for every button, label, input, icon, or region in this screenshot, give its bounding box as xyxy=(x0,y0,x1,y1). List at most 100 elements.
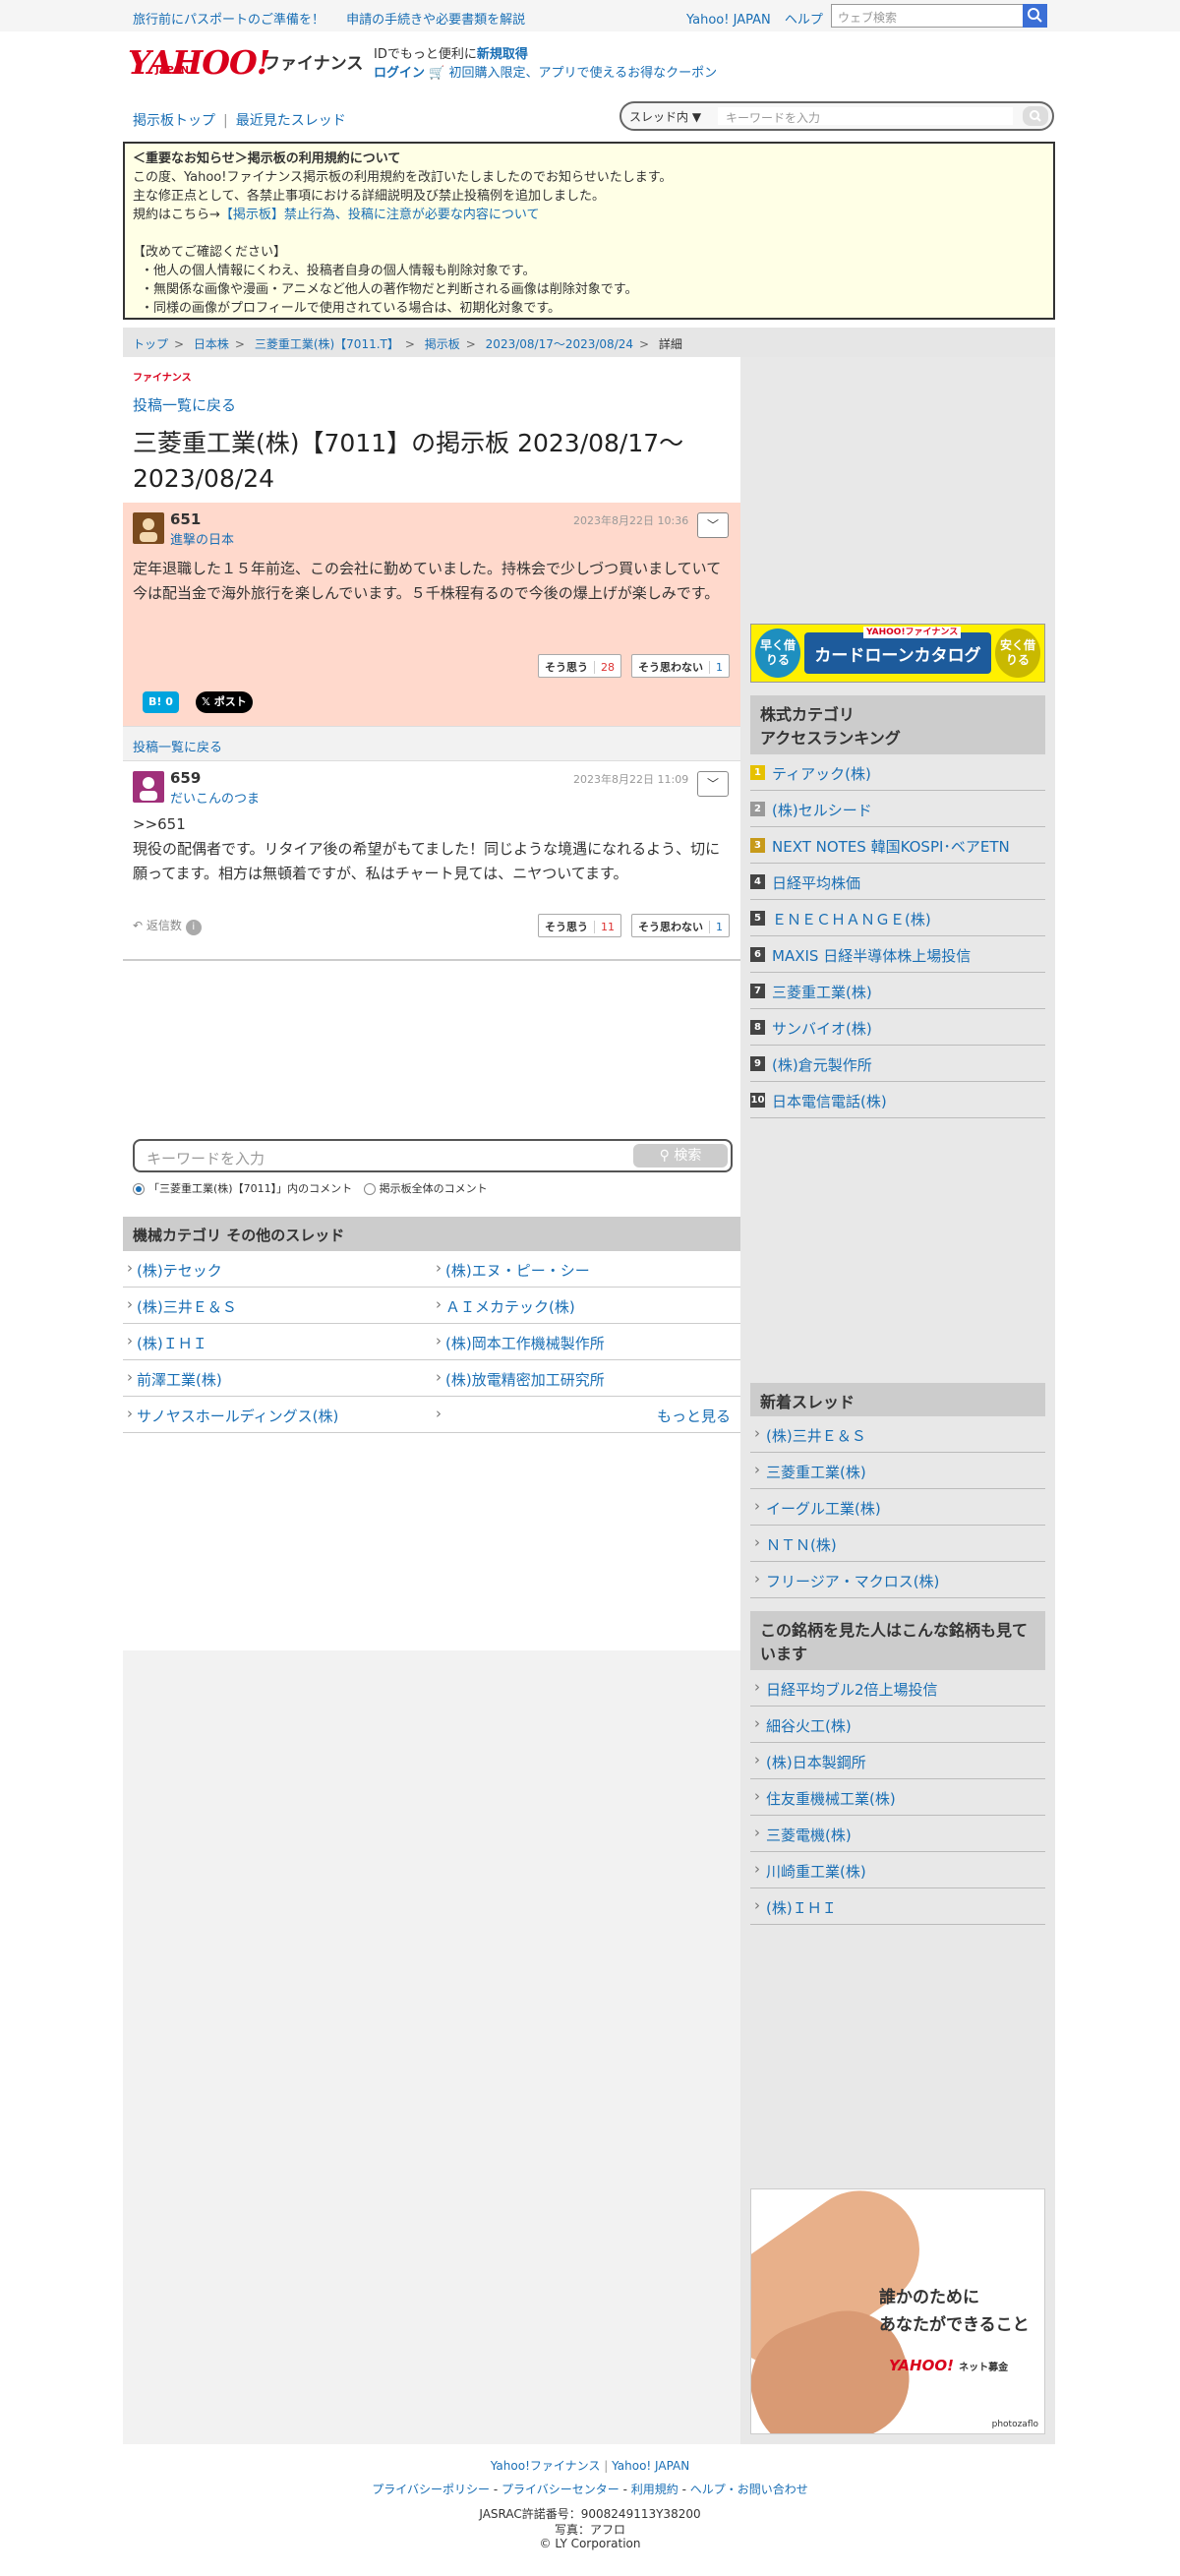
recent-threads-link[interactable]: 最近見たスレッド xyxy=(236,113,346,129)
notice-bullet: ・他人の個人情報にくわえ、投稿者自身の個人情報も削除対象です。 xyxy=(141,264,536,278)
agree-count: 11 xyxy=(594,921,615,933)
notice-rule-prefix: 規約はこちら→ xyxy=(133,208,220,222)
agree-button[interactable]: そう思う 11 xyxy=(538,914,621,937)
footer-help-link[interactable]: ヘルプ・お問い合わせ xyxy=(690,2483,808,2496)
donation-ad[interactable]: 誰かのために あなたができること YAHOO! ネット募金 photozaflo xyxy=(750,2188,1045,2434)
reply-count[interactable]: ↶ 返信数 i xyxy=(133,917,202,935)
login-link[interactable]: ログイン xyxy=(374,66,425,81)
notice-rule-link[interactable]: 【掲示板】禁止行為、投稿に注意が必要な内容について xyxy=(220,208,540,222)
crumb-board[interactable]: 掲示板 xyxy=(425,337,460,351)
crumb-stock[interactable]: 三菱重工業(株)【7011.T】 xyxy=(255,337,399,351)
web-search-button[interactable] xyxy=(1023,4,1047,28)
crumb-period[interactable]: 2023/08/17〜2023/08/24 xyxy=(486,337,633,351)
search-scope-select[interactable]: スレッド内 ▼ xyxy=(629,108,701,125)
ranking-item[interactable]: 1 ティアック(株) xyxy=(750,754,1045,791)
finance-service-name[interactable]: ファイナンス xyxy=(264,49,363,74)
post-menu-button[interactable]: ﹀ xyxy=(697,512,729,538)
radio-all-comments[interactable] xyxy=(363,1183,376,1195)
post-author[interactable]: 進撃の日本 xyxy=(170,529,234,548)
footer-privacy-center-link[interactable]: プライバシーセンター xyxy=(502,2483,620,2496)
footer-copyright: © LY Corporation xyxy=(539,2537,641,2550)
new-thread-link[interactable]: イーグル工業(株) xyxy=(750,1489,1045,1526)
search-icon xyxy=(1030,110,1041,122)
post-date: 2023年8月22日 11:09 xyxy=(573,773,689,786)
also-viewed-link[interactable]: 川崎重工業(株) xyxy=(750,1852,1045,1888)
new-thread-link[interactable]: (株)三井Ｅ＆Ｓ xyxy=(750,1416,1045,1453)
ad-photo-credit: photozaflo xyxy=(991,2420,1038,2429)
post-menu-button[interactable]: ﹀ xyxy=(697,771,729,797)
agree-count: 28 xyxy=(594,661,615,674)
thread-link[interactable]: 前澤工業(株) xyxy=(123,1360,432,1397)
also-viewed-link[interactable]: 三菱電機(株) xyxy=(750,1816,1045,1852)
ranking-item[interactable]: 7 三菱重工業(株) xyxy=(750,973,1045,1009)
info-icon[interactable]: i xyxy=(185,920,202,935)
thread-link[interactable]: (株)岡本工作機械製作所 xyxy=(432,1324,740,1360)
also-viewed-link[interactable]: 住友重機械工業(株) xyxy=(750,1779,1045,1816)
new-thread-link[interactable]: 三菱重工業(株) xyxy=(750,1453,1045,1489)
avatar[interactable] xyxy=(133,512,164,544)
also-viewed-link[interactable]: 細谷火工(株) xyxy=(750,1707,1045,1743)
footer-terms-link[interactable]: 利用規約 xyxy=(631,2483,678,2496)
agree-button[interactable]: そう思う 28 xyxy=(538,654,621,678)
help-link[interactable]: ヘルプ xyxy=(785,13,823,28)
card-loan-ad[interactable]: 早く借りる YAHOO!ファイナンス カードローンカタログ 安く借りる xyxy=(750,624,1045,683)
rank-badge: 2 xyxy=(750,802,765,816)
web-search-input[interactable]: ウェブ検索 xyxy=(831,4,1047,28)
also-viewed-link[interactable]: 日経平均ブル2倍上場投信 xyxy=(750,1670,1045,1707)
new-thread-link[interactable]: ＮＴＮ(株) xyxy=(750,1526,1045,1562)
promo-link-passport[interactable]: 旅行前にパスポートのご準備を！ xyxy=(133,13,324,28)
avatar[interactable] xyxy=(133,771,164,803)
post-author[interactable]: だいこんのつま xyxy=(170,788,260,807)
ranking-item[interactable]: 10 日本電信電話(株) xyxy=(750,1082,1045,1118)
ranking-item[interactable]: 8 サンバイオ(株) xyxy=(750,1009,1045,1046)
back-to-list-link[interactable]: 投稿一覧に戻る xyxy=(133,394,236,415)
more-threads-link[interactable]: もっと見る xyxy=(432,1397,740,1433)
reply-icon: ↶ xyxy=(133,919,147,932)
also-viewed-link[interactable]: (株)日本製鋼所 xyxy=(750,1743,1045,1779)
promo-link-docs[interactable]: 申請の手続きや必要書類を解説 xyxy=(346,13,525,28)
ranking-item[interactable]: 9 (株)倉元製作所 xyxy=(750,1046,1045,1082)
thread-link[interactable]: (株)ＩＨＩ xyxy=(123,1324,432,1360)
yahoo-logo-sub: JAPAN xyxy=(155,65,189,76)
thread-link[interactable]: (株)エヌ・ピー・シー xyxy=(432,1251,740,1288)
crumb-top[interactable]: トップ xyxy=(133,337,168,351)
disagree-button[interactable]: そう思わない 1 xyxy=(631,654,730,678)
coupon-link[interactable]: 初回購入限定、アプリで使えるお得なクーポン xyxy=(448,66,717,81)
crumb-jp-stocks[interactable]: 日本株 xyxy=(194,337,229,351)
footer-finance-link[interactable]: Yahoo!ファイナンス xyxy=(491,2459,601,2473)
thread-link[interactable]: サノヤスホールディングス(株) xyxy=(123,1397,432,1433)
radio-thread-comments[interactable] xyxy=(133,1183,145,1195)
ranking-header: 株式カテゴリ アクセスランキング xyxy=(750,695,1045,754)
id-promo-text: IDでもっと便利に xyxy=(374,47,477,62)
board-top-link[interactable]: 掲示板トップ xyxy=(133,113,215,129)
ranking-item[interactable]: 2 (株)セルシード xyxy=(750,791,1045,827)
rank-badge: 3 xyxy=(750,838,765,853)
post-body: 定年退職した１５年前迄、この会社に勤めていました。持株会で少しづつ買いましていて… xyxy=(133,560,722,602)
ranking-item[interactable]: 4 日経平均株価 xyxy=(750,864,1045,900)
signup-link[interactable]: 新規取得 xyxy=(477,47,528,62)
x-post-button[interactable]: 𝕏 ポスト xyxy=(196,691,253,713)
yahoo-japan-link[interactable]: Yahoo! JAPAN xyxy=(686,13,771,28)
thread-search-button[interactable] xyxy=(1023,106,1048,126)
new-thread-link[interactable]: フリージア・マクロス(株) xyxy=(750,1562,1045,1598)
also-viewed-link[interactable]: (株)ＩＨＩ xyxy=(750,1888,1045,1925)
thread-link[interactable]: ＡＩメカテック(株) xyxy=(432,1288,740,1324)
keyword-search-input[interactable]: キーワードを入力 xyxy=(147,1148,265,1168)
cart-icon: 🛒 xyxy=(429,66,445,81)
thread-link[interactable]: (株)三井Ｅ＆Ｓ xyxy=(123,1288,432,1324)
disagree-button[interactable]: そう思わない 1 xyxy=(631,914,730,937)
back-to-list-link[interactable]: 投稿一覧に戻る xyxy=(133,741,222,755)
footer-yahoo-link[interactable]: Yahoo! JAPAN xyxy=(612,2459,689,2473)
thread-link[interactable]: (株)放電精密加工研究所 xyxy=(432,1360,740,1397)
thread-link[interactable]: (株)テセック xyxy=(123,1251,432,1288)
yahoo-logo[interactable]: YAHOO! xyxy=(128,43,270,82)
rank-badge: 1 xyxy=(750,765,765,780)
ranking-item[interactable]: 3 NEXT NOTES 韓国KOSPI･ベアETN xyxy=(750,827,1045,864)
footer-privacy-link[interactable]: プライバシーポリシー xyxy=(372,2483,490,2496)
rank-badge: 7 xyxy=(750,984,765,998)
ranking-item[interactable]: 5 ＥＮＥＣＨＡＮＧＥ(株) xyxy=(750,900,1045,936)
keyword-search-button[interactable]: ⚲ 検索 xyxy=(633,1144,728,1168)
hatena-bookmark-button[interactable]: B! 0 xyxy=(143,691,179,713)
thread-search-input[interactable]: キーワードを入力 xyxy=(718,107,1013,125)
ranking-item[interactable]: 6 MAXIS 日経半導体株上場投信 xyxy=(750,936,1045,973)
